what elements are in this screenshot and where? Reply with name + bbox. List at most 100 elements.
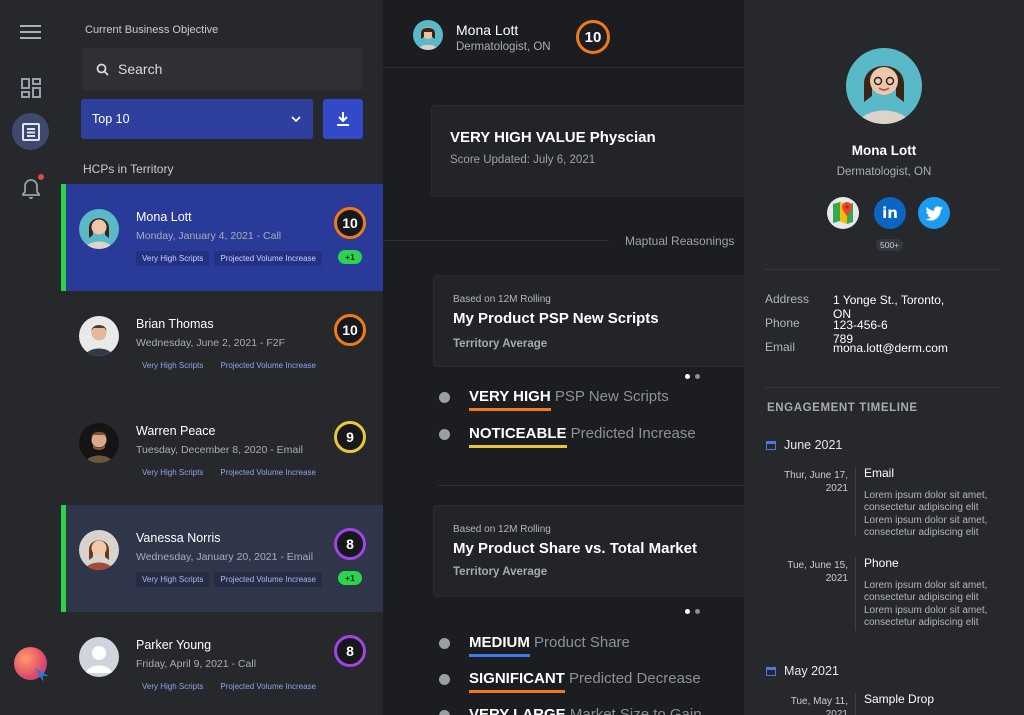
reasoning-text: Product Share [534, 634, 630, 651]
carousel-dots[interactable] [685, 374, 700, 379]
hcp-last-contact: Tuesday, December 8, 2020 - Email [136, 444, 303, 456]
header-score-badge: 10 [576, 20, 610, 54]
metric-card[interactable]: Based on 12M Rolling My Product Share vs… [433, 505, 753, 597]
divider [764, 269, 1000, 270]
hcp-last-contact: Wednesday, June 2, 2021 - F2F [136, 337, 286, 349]
select-value: Top 10 [92, 112, 130, 126]
timeline-label: ENGAGEMENT TIMELINE [767, 402, 918, 414]
score-badge: 8 [334, 528, 366, 560]
reasoning-text: Predicted Decrease [569, 670, 701, 687]
metric-card[interactable]: Based on 12M Rolling My Product PSP New … [433, 275, 753, 367]
metric-title: My Product Share vs. Total Market [453, 540, 697, 557]
notification-dot [38, 174, 44, 180]
bullet-dot [439, 710, 450, 715]
hcp-list-item[interactable]: Mona Lott Monday, January 4, 2021 - Call… [61, 184, 383, 291]
address-value: 1 Yonge St., Toronto, ON [833, 293, 945, 321]
search-placeholder: Search [118, 61, 163, 77]
value-card: VERY HIGH VALUE Physcian Score Updated: … [431, 105, 751, 197]
download-button[interactable] [323, 99, 363, 139]
hcp-tag: Projected Volume Increase [214, 251, 322, 266]
event-title: Email [864, 466, 895, 480]
divider [383, 240, 609, 241]
hcp-name: Vanessa Norris [136, 531, 221, 545]
hcp-name: Mona Lott [136, 210, 192, 224]
header-specialty: Dermatologist, ON [456, 41, 551, 53]
chevron-down-icon [291, 116, 301, 122]
hcp-name: Brian Thomas [136, 317, 214, 331]
timeline-month: May 2021 [766, 664, 839, 678]
detail-header: Mona Lott Dermatologist, ON 10 [383, 0, 744, 68]
event-title: Sample Drop [864, 692, 935, 706]
event-text: Lorem ipsum dolor sit amet, consectetur … [864, 490, 988, 538]
event-date: Tue, May 11, 2021 [790, 696, 848, 715]
twitter-icon[interactable] [918, 197, 950, 229]
reasoning-item: MEDIUM Product Share [469, 634, 630, 657]
search-input[interactable]: Search [82, 48, 363, 90]
hcp-list-item[interactable]: Warren Peace Tuesday, December 8, 2020 -… [61, 398, 383, 505]
hcp-tag: Very High Scripts [136, 251, 210, 266]
reasoning-text: Predicted Increase [570, 425, 696, 442]
avatar [413, 20, 443, 50]
event-text: Lorem ipsum dolor sit amet, consectetur … [864, 580, 988, 628]
hcp-list-panel: Current Business Objective Search Top 10… [61, 0, 383, 715]
phone-label: Phone [765, 316, 800, 330]
metric-basis: Based on 12M Rolling [453, 294, 551, 305]
metric-footer: Territory Average [453, 566, 548, 578]
objective-label: Current Business Objective [85, 24, 219, 36]
linkedin-icon[interactable]: in [874, 197, 906, 229]
bullet-dot [439, 429, 450, 440]
hcp-last-contact: Monday, January 4, 2021 - Call [136, 230, 282, 242]
score-badge: 10 [334, 314, 366, 346]
search-icon [96, 63, 109, 76]
email-value[interactable]: mona.lott@derm.com [833, 341, 1003, 355]
profile-specialty: Dermatologist, ON [836, 166, 932, 178]
value-title: VERY HIGH VALUE Physcian [450, 129, 656, 146]
reasoning-text: Market Size to Gain [569, 706, 702, 715]
header-name: Mona Lott [456, 22, 519, 38]
avatar [79, 423, 119, 463]
hcp-name: Warren Peace [136, 424, 216, 438]
timeline-month: June 2021 [766, 438, 842, 452]
score-badge: 10 [334, 207, 366, 239]
hcp-tag: Projected Volume Increase [220, 361, 316, 370]
score-updated: Score Updated: July 6, 2021 [450, 154, 596, 166]
avatar [79, 209, 119, 249]
change-badge: +1 [338, 250, 362, 264]
hcp-list-item[interactable]: Brian Thomas Wednesday, June 2, 2021 - F… [61, 291, 383, 398]
score-badge: 8 [334, 635, 366, 667]
metric-footer: Territory Average [453, 338, 548, 350]
reasoning-item: NOTICEABLE Predicted Increase [469, 425, 696, 448]
download-icon [337, 112, 349, 126]
selection-bar [61, 184, 66, 291]
hcp-list-item[interactable]: Vanessa Norris Wednesday, January 20, 20… [61, 505, 383, 612]
dashboard-icon[interactable] [12, 69, 49, 106]
objective-select[interactable]: Top 10 [81, 99, 313, 139]
reasoning-level: VERY LARGE [469, 706, 566, 715]
email-label: Email [765, 340, 796, 354]
section-label: HCPs in Territory [83, 162, 174, 176]
maps-icon[interactable] [827, 197, 859, 229]
hcp-tag: Projected Volume Increase [214, 572, 322, 587]
carousel-dots[interactable] [685, 609, 700, 614]
event-date: Tue, June 15, 2021 [787, 560, 848, 584]
reasoning-item: VERY HIGH PSP New Scripts [469, 388, 669, 411]
menu-icon[interactable] [12, 13, 49, 50]
hcp-detail: Mona Lott Dermatologist, ON 10 VERY HIGH… [383, 0, 753, 715]
reasoning-level: NOTICEABLE [469, 425, 567, 448]
hcp-list-item[interactable]: Parker Young Friday, April 9, 2021 - Cal… [61, 612, 383, 715]
reasoning-level: SIGNIFICANT [469, 670, 565, 693]
reasoning-text: PSP New Scripts [554, 388, 669, 405]
avatar [79, 530, 119, 570]
hcp-tag: Very High Scripts [142, 468, 204, 477]
reasoning-level: MEDIUM [469, 634, 530, 657]
metric-basis: Based on 12M Rolling [453, 524, 551, 535]
reasoning-item: SIGNIFICANT Predicted Decrease [469, 670, 701, 693]
hcp-tag: Very High Scripts [142, 361, 204, 370]
profile-avatar [846, 48, 922, 124]
bullet-dot [439, 638, 450, 649]
hcp-name: Parker Young [136, 638, 212, 652]
list-icon[interactable] [12, 113, 49, 150]
reasonings-label: Maptual Reasonings [625, 234, 735, 248]
app-logo[interactable] [14, 647, 47, 680]
change-badge: +1 [338, 571, 362, 585]
